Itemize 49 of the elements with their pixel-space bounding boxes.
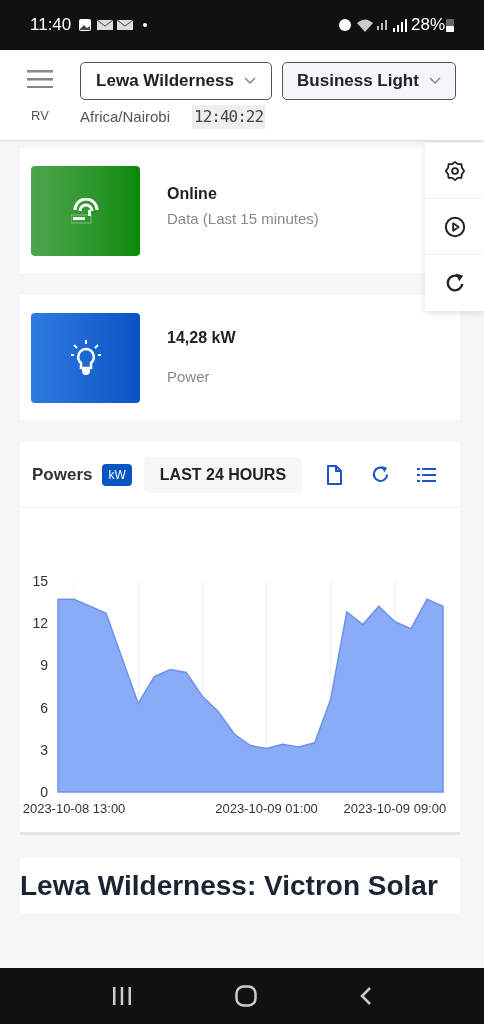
home-icon [235,985,257,1007]
list-icon [416,467,436,482]
wifi-icon [356,18,373,32]
y-tick-label: 9 [40,657,48,674]
chevron-down-icon [428,77,441,85]
back-icon [360,986,373,1006]
status-time: 11:40 [30,14,72,37]
dot-icon [143,23,148,27]
x-tick-label: 2023-10-09 01:00 [215,801,318,816]
mail-icon [117,20,134,30]
battery-percent: 28% [410,14,445,37]
card-label: Data (Last 15 minutes) [167,209,319,230]
home-button[interactable] [235,985,257,1007]
profile-select[interactable]: Business Light [282,62,456,100]
time-range-button[interactable]: LAST 24 HOURS [143,456,303,493]
lightbulb-icon [70,339,101,376]
x-tick-label: 2023-10-09 09:00 [343,801,447,816]
image-icon [79,19,92,31]
refresh-icon [370,465,390,484]
y-tick-label: 6 [40,699,48,716]
digital-clock: 12:40:22 [192,105,266,129]
chart-title: Powers [32,463,93,486]
recent-apps-button[interactable] [111,987,132,1005]
router-icon [70,197,101,224]
y-tick-label: 3 [40,741,48,758]
card-value: Online [167,184,218,205]
battery-icon [446,18,454,32]
back-button[interactable] [360,986,373,1006]
timezone-label: Africa/Nairobi [80,106,171,127]
y-tick-label: 12 [32,615,48,632]
play-circle-icon [443,215,466,238]
document-icon [326,464,343,485]
user-initials: RV [31,107,49,125]
card-label: Power [167,367,211,388]
y-tick-label: 0 [40,784,48,800]
chevron-down-icon [243,77,256,85]
page-heading: Lewa Wilderness: Victron Solar [20,869,438,903]
mail-icon [97,20,114,30]
x-tick-label: 2023-10-08 13:00 [22,801,126,816]
site-select[interactable]: Lewa Wilderness [80,62,272,100]
settings-icon [443,159,466,182]
y-tick-label: 15 [32,573,48,589]
signal-icon [392,18,407,32]
export-button[interactable] [324,462,345,487]
unit-badge: kW [102,463,132,486]
signal-icon [376,20,387,30]
card-value: 14,28 kW [167,328,236,349]
recent-apps-icon [111,987,132,1005]
menu-icon [27,70,53,88]
